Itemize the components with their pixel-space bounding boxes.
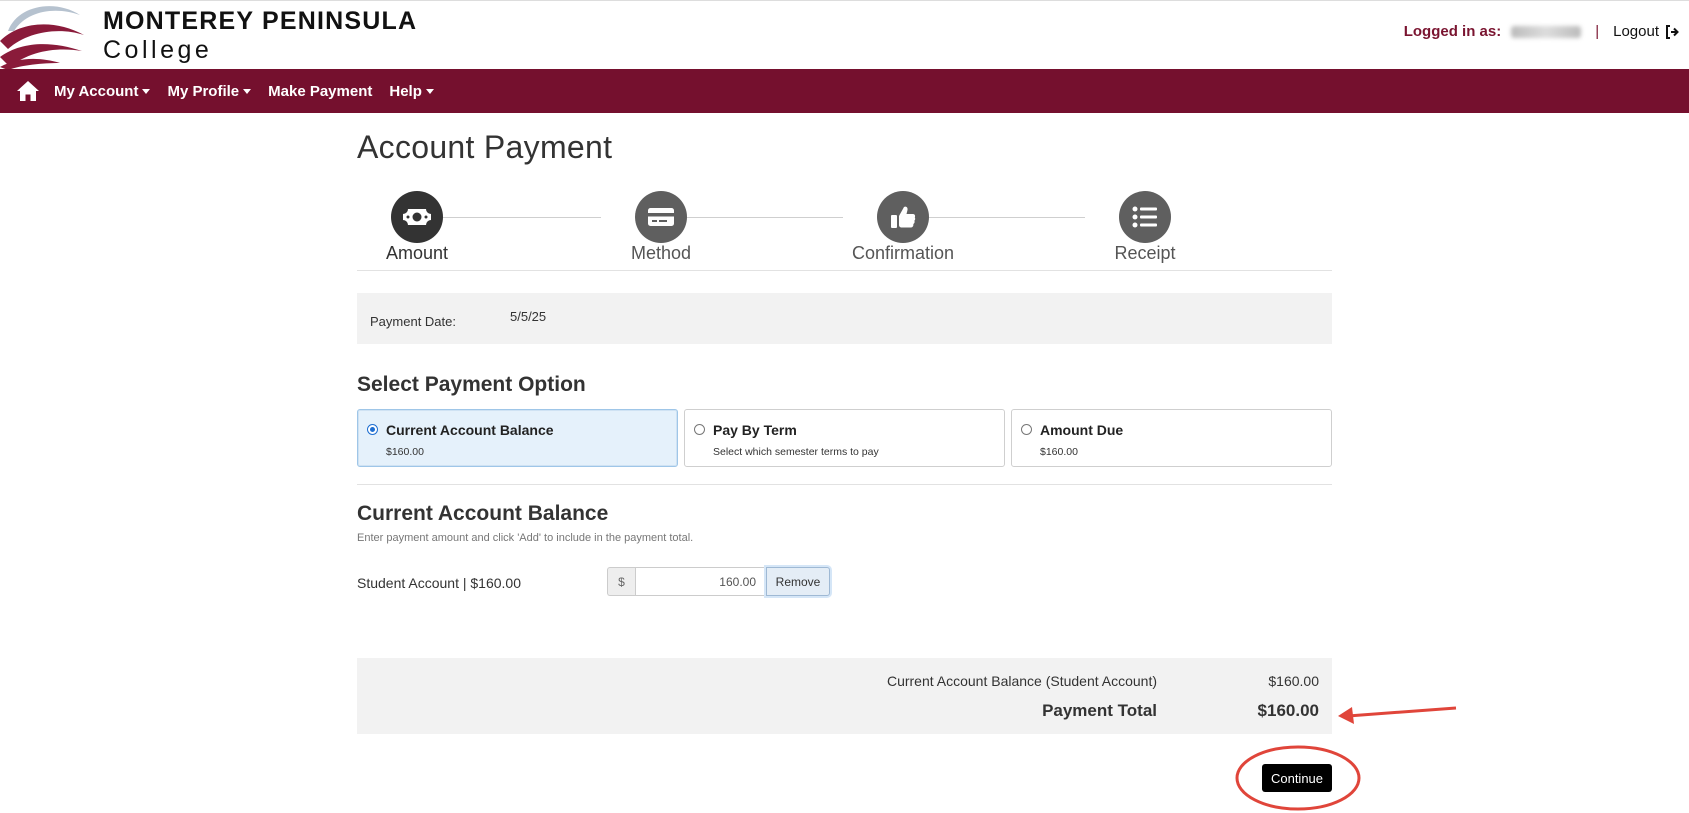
brand-subname: College — [103, 36, 213, 64]
step-receipt: Receipt — [1085, 191, 1205, 264]
thumbs-up-icon — [891, 206, 916, 228]
payment-summary: Current Account Balance (Student Account… — [357, 658, 1332, 734]
step-confirmation-label: Confirmation — [851, 243, 955, 263]
site-header: MONTEREY PENINSULA College Logged in as:… — [0, 0, 1689, 70]
payment-total-value: $160.00 — [1257, 701, 1319, 720]
logout-link[interactable]: Logout — [1613, 23, 1679, 40]
option-amount-due-radio[interactable] — [1021, 424, 1032, 435]
annotation-arrow-icon — [1347, 706, 1457, 718]
step-method-label: Method — [630, 243, 692, 263]
option-sub: Select which semester terms to pay — [713, 446, 879, 458]
payment-total-label: Payment Total — [1042, 701, 1157, 720]
main-navbar: My Account My Profile Make Payment Help — [0, 69, 1689, 113]
step-connector — [925, 217, 1085, 218]
option-name: Amount Due — [1040, 422, 1124, 438]
home-icon[interactable] — [16, 80, 40, 102]
option-pay-by-term-radio[interactable] — [694, 424, 705, 435]
credit-card-icon — [648, 208, 674, 226]
payment-date-panel: Payment Date: 5/5/25 — [357, 293, 1332, 344]
amount-input-group: $ Remove — [607, 567, 830, 596]
step-confirmation-circle — [877, 191, 929, 243]
page-title: Account Payment — [357, 129, 613, 165]
step-amount: Amount — [357, 191, 477, 264]
currency-addon: $ — [607, 567, 635, 596]
student-account-label: Student Account | $160.00 — [357, 575, 521, 591]
step-amount-label: Amount — [385, 243, 449, 263]
caret-down-icon — [425, 88, 434, 94]
user-area: Logged in as: | Logout — [1404, 23, 1679, 40]
payment-date-value: 5/5/25 — [510, 309, 547, 324]
summary-line-label: Current Account Balance (Student Account… — [886, 673, 1157, 689]
money-bill-icon — [403, 209, 431, 225]
step-amount-circle — [391, 191, 443, 243]
balance-heading: Current Account Balance — [357, 502, 609, 525]
payment-option-heading: Select Payment Option — [357, 373, 586, 396]
step-receipt-circle — [1119, 191, 1171, 243]
nav-make-payment[interactable]: Make Payment — [268, 83, 372, 100]
sign-out-icon — [1666, 24, 1679, 39]
annotation-arrowhead-icon — [1338, 707, 1354, 724]
nav-my-profile-label: My Profile — [167, 82, 240, 100]
caret-down-icon — [243, 88, 252, 94]
step-method: Method — [601, 191, 721, 264]
option-current-balance[interactable]: Current Account Balance $160.00 — [357, 409, 678, 467]
nav-make-payment-label: Make Payment — [268, 82, 373, 100]
nav-help-label: Help — [389, 82, 422, 100]
option-sub: $160.00 — [1040, 446, 1078, 458]
nav-my-profile[interactable]: My Profile — [167, 82, 252, 100]
nav-help[interactable]: Help — [389, 83, 434, 100]
payment-date-label: Payment Date: — [370, 314, 456, 329]
step-connector — [441, 217, 601, 218]
brand-name: MONTEREY PENINSULA — [103, 7, 418, 35]
option-current-balance-radio[interactable] — [367, 424, 378, 435]
username-redacted — [1511, 25, 1582, 38]
continue-button[interactable]: Continue — [1262, 764, 1332, 792]
step-confirmation: Confirmation — [843, 191, 963, 264]
section-divider — [357, 484, 1332, 485]
option-sub: $160.00 — [386, 446, 424, 458]
payment-options: Current Account Balance $160.00 Pay By T… — [357, 409, 1332, 467]
logout-label: Logout — [1613, 23, 1659, 40]
payment-stepper: Amount Method Confirmation Receipt — [357, 191, 1332, 271]
nav-my-account[interactable]: My Account — [54, 82, 151, 100]
logged-in-label: Logged in as: — [1403, 23, 1502, 40]
step-method-circle — [635, 191, 687, 243]
step-receipt-label: Receipt — [1114, 243, 1176, 263]
payment-amount-input[interactable] — [635, 567, 766, 596]
nav-my-account-label: My Account — [54, 82, 139, 100]
list-icon — [1132, 206, 1157, 228]
option-name: Current Account Balance — [386, 422, 554, 438]
option-pay-by-term[interactable]: Pay By Term Select which semester terms … — [684, 409, 1005, 467]
remove-button[interactable]: Remove — [766, 567, 830, 596]
balance-help-text: Enter payment amount and click 'Add' to … — [357, 532, 694, 544]
option-amount-due[interactable]: Amount Due $160.00 — [1011, 409, 1332, 467]
step-connector — [683, 217, 843, 218]
header-separator: | — [1595, 23, 1600, 40]
summary-line-value: $160.00 — [1268, 673, 1319, 689]
college-logo-icon[interactable] — [0, 1, 90, 70]
caret-down-icon — [142, 88, 151, 94]
option-name: Pay By Term — [713, 422, 797, 438]
